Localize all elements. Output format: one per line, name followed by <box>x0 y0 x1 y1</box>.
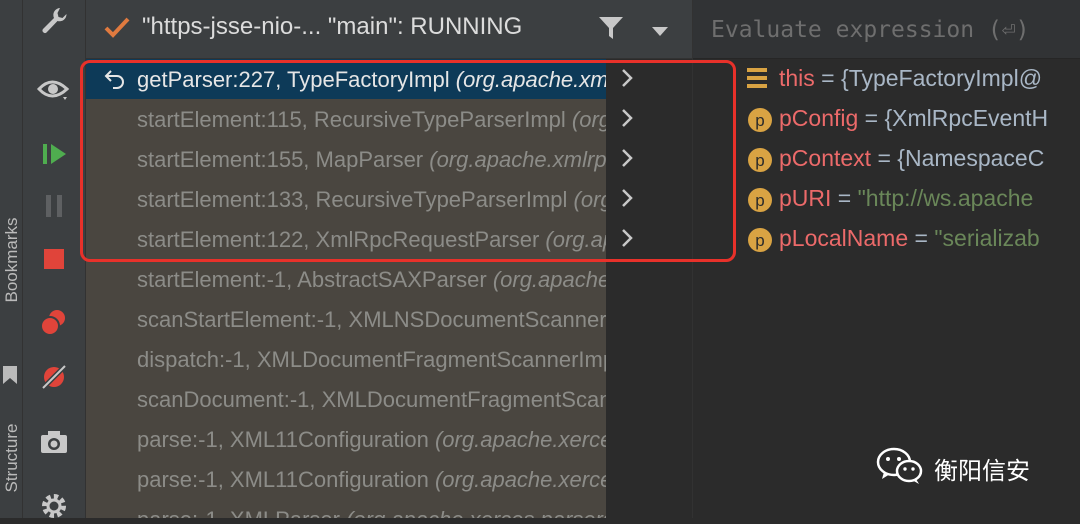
variable-row[interactable]: this = {TypeFactoryImpl@ <box>693 59 1080 99</box>
filter-icon[interactable] <box>598 15 624 46</box>
variable-row[interactable]: p pLocalName = "serializab <box>693 219 1080 259</box>
frame-row[interactable]: getParser:227, TypeFactoryImpl (org.apac… <box>86 59 692 99</box>
tool-window-strip: Bookmarks Structure <box>0 0 23 518</box>
object-fields-icon <box>747 67 767 95</box>
frame-row[interactable]: dispatch:-1, XMLDocumentFragmentScannerI… <box>86 339 692 379</box>
svg-text:p: p <box>755 151 764 170</box>
view-breakpoints-icon[interactable] <box>36 304 72 340</box>
resume-icon[interactable] <box>36 136 72 172</box>
chevron-right-icon[interactable] <box>620 147 640 171</box>
variable-row[interactable]: p pContext = {NamespaceC <box>693 139 1080 179</box>
frames-header: "https-jsse-nio-... "main": RUNNING <box>86 0 692 59</box>
frame-row[interactable]: scanStartElement:-1, XMLNSDocumentScanne… <box>86 299 692 339</box>
frame-label: startElement:122, XmlRpcRequestParser (o… <box>137 227 663 252</box>
frame-label: parse:-1, XMLParser (org.apache.xerces.p… <box>137 507 614 518</box>
parameter-icon: p <box>747 147 773 179</box>
frame-label: dispatch:-1, XMLDocumentFragmentScannerI… <box>137 347 620 372</box>
watermark-text: 衡阳信安 <box>934 457 1030 485</box>
expand-column <box>606 59 692 518</box>
debug-toolbar <box>23 0 86 518</box>
chevron-right-icon[interactable] <box>620 187 640 211</box>
return-arrow-icon <box>104 68 126 96</box>
watermark: 衡阳信安 <box>876 446 1076 490</box>
camera-icon[interactable] <box>36 424 72 460</box>
variable-label: pLocalName = "serializab <box>779 225 1040 251</box>
frame-label: getParser:227, TypeFactoryImpl (org.apac… <box>137 67 645 92</box>
frame-label: startElement:-1, AbstractSAXParser (org.… <box>137 267 611 292</box>
wrench-icon[interactable] <box>36 2 72 38</box>
svg-text:p: p <box>755 111 764 130</box>
evaluate-bar <box>693 0 1080 59</box>
frame-row[interactable]: startElement:133, RecursiveTypeParserImp… <box>86 179 692 219</box>
frames-list[interactable]: getParser:227, TypeFactoryImpl (org.apac… <box>86 59 692 518</box>
wechat-icon <box>876 446 924 491</box>
frame-row[interactable]: startElement:155, MapParser (org.apache.… <box>86 139 692 179</box>
parameter-icon: p <box>747 187 773 219</box>
frame-label: startElement:155, MapParser (org.apache.… <box>137 147 618 172</box>
frame-row[interactable]: startElement:-1, AbstractSAXParser (org.… <box>86 259 692 299</box>
frame-row[interactable]: parse:-1, XMLParser (org.apache.xerces.p… <box>86 499 692 518</box>
frame-row[interactable]: startElement:115, RecursiveTypeParserImp… <box>86 99 692 139</box>
checkmark-icon <box>104 16 130 43</box>
pause-icon[interactable] <box>36 188 72 224</box>
svg-text:p: p <box>755 231 764 250</box>
variable-label: pConfig = {XmlRpcEventH <box>779 105 1049 131</box>
variable-row[interactable]: p pURI = "http://ws.apache <box>693 179 1080 219</box>
variable-row[interactable]: p pConfig = {XmlRpcEventH <box>693 99 1080 139</box>
structure-tab[interactable]: Structure <box>2 410 22 506</box>
mute-breakpoints-icon[interactable] <box>36 359 72 395</box>
frame-label: parse:-1, XML11Configuration (org.apache… <box>137 467 624 492</box>
frame-row[interactable]: parse:-1, XML11Configuration (org.apache… <box>86 419 692 459</box>
stop-icon[interactable] <box>36 241 72 277</box>
chevron-right-icon[interactable] <box>620 67 640 91</box>
bookmark-icon <box>2 366 18 389</box>
variable-label: pURI = "http://ws.apache <box>779 185 1034 211</box>
frame-label: scanStartElement:-1, XMLNSDocumentScanne… <box>137 307 649 332</box>
parameter-icon: p <box>747 107 773 139</box>
gear-icon[interactable] <box>36 488 72 524</box>
chevron-right-icon[interactable] <box>620 107 640 131</box>
evaluate-expression-input[interactable] <box>709 12 1080 48</box>
chevron-down-icon[interactable] <box>652 24 668 42</box>
frame-label: scanDocument:-1, XMLDocumentFragmentScan… <box>137 387 685 412</box>
variables-pane: this = {TypeFactoryImpl@ p pConfig = {Xm… <box>692 0 1080 518</box>
svg-text:p: p <box>755 191 764 210</box>
frame-row[interactable]: scanDocument:-1, XMLDocumentFragmentScan… <box>86 379 692 419</box>
frame-row[interactable]: parse:-1, XML11Configuration (org.apache… <box>86 459 692 499</box>
bookmarks-tab[interactable]: Bookmarks <box>2 212 22 308</box>
frame-label: parse:-1, XML11Configuration (org.apache… <box>137 427 624 452</box>
chevron-right-icon[interactable] <box>620 227 640 251</box>
variable-label: this = {TypeFactoryImpl@ <box>779 65 1043 91</box>
thread-selector[interactable]: "https-jsse-nio-... "main": RUNNING <box>142 13 522 41</box>
variable-label: pContext = {NamespaceC <box>779 145 1045 171</box>
parameter-icon: p <box>747 227 773 259</box>
eye-icon[interactable] <box>36 72 72 108</box>
frame-row[interactable]: startElement:122, XmlRpcRequestParser (o… <box>86 219 692 259</box>
